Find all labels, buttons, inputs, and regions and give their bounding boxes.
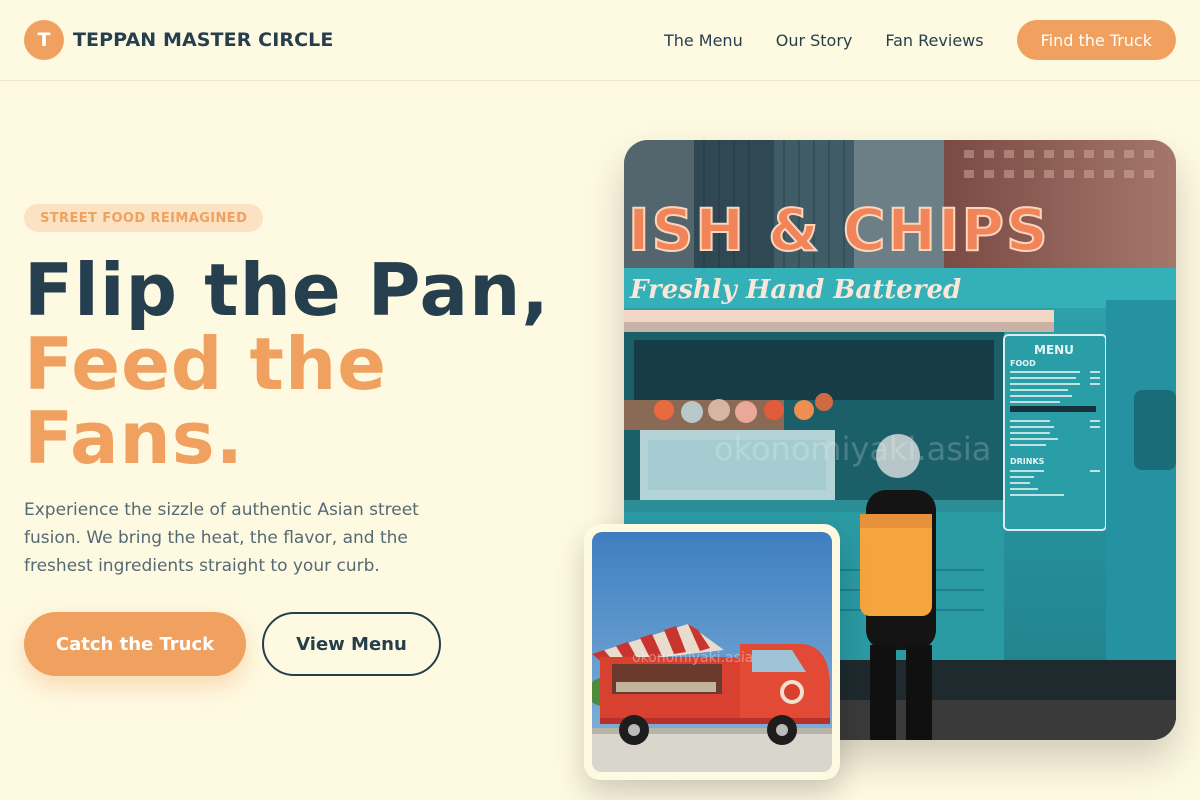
- sign-text: ISH & CHIPS: [628, 196, 1050, 264]
- find-truck-button[interactable]: Find the Truck: [1016, 20, 1176, 60]
- view-menu-button[interactable]: View Menu: [262, 612, 441, 676]
- hero-headline: Flip the Pan, Feed the Fans.: [24, 253, 584, 475]
- watermark-main: okonomiyaki.asia: [714, 430, 991, 468]
- top-nav: T TEPPAN MASTER CIRCLE The Menu Our Stor…: [0, 0, 1200, 81]
- nav-link-menu[interactable]: The Menu: [664, 31, 743, 50]
- vintage-van-photo: okonomiyaki.asia: [592, 532, 832, 772]
- brand-logo[interactable]: T TEPPAN MASTER CIRCLE: [24, 20, 333, 60]
- nav-links: The Menu Our Story Fan Reviews Find the …: [664, 20, 1176, 60]
- headline-line-2: Feed the: [24, 322, 388, 406]
- hero-description: Experience the sizzle of authentic Asian…: [24, 500, 419, 576]
- catch-truck-button[interactable]: Catch the Truck: [24, 612, 246, 676]
- brand-name: TEPPAN MASTER CIRCLE: [73, 29, 334, 51]
- menu-board-drinks: DRINKS: [1010, 457, 1045, 466]
- watermark-small: okonomiyaki.asia: [632, 650, 753, 666]
- nav-link-our-story[interactable]: Our Story: [776, 31, 853, 50]
- logo-badge: T: [24, 20, 64, 60]
- script-text: Freshly Hand Battered: [629, 275, 961, 305]
- menu-board-food: FOOD: [1010, 359, 1036, 368]
- hero-badge: STREET FOOD REIMAGINED: [24, 204, 264, 232]
- headline-line-3: Fans.: [24, 396, 245, 480]
- nav-link-fan-reviews[interactable]: Fan Reviews: [885, 31, 983, 50]
- small-photo-frame: okonomiyaki.asia: [584, 524, 840, 780]
- vintage-van-illustration: okonomiyaki.asia: [592, 532, 832, 772]
- headline-line-1: Flip the Pan,: [24, 248, 550, 332]
- menu-board-title: MENU: [1034, 343, 1074, 357]
